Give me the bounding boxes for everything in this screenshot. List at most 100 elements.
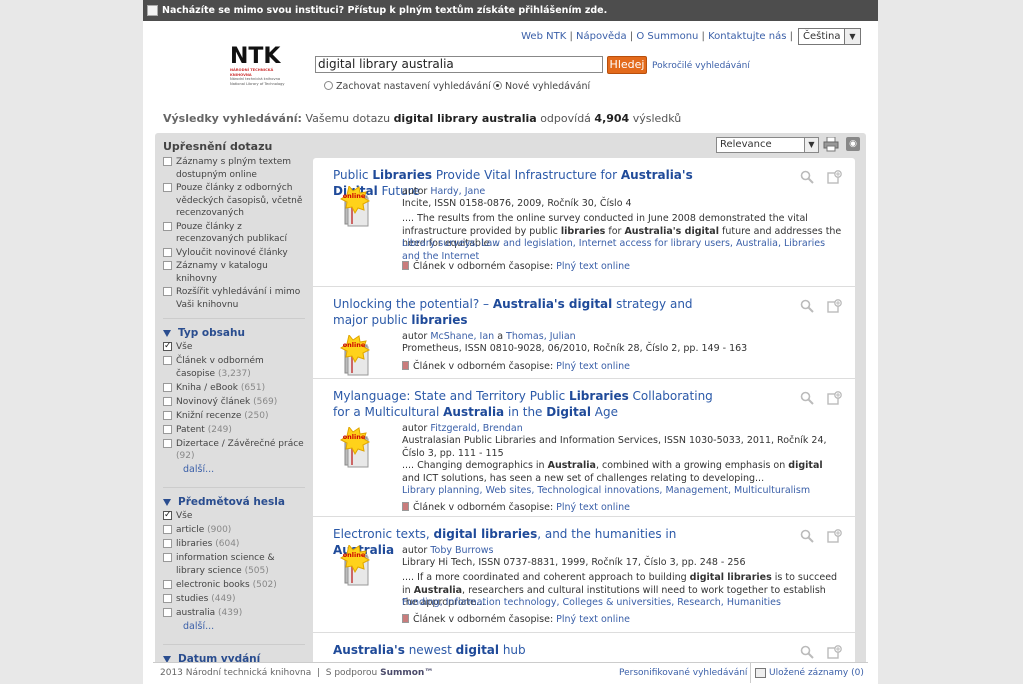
login-notice-bar[interactable]: Nacházíte se mimo svou instituci? Přístu… xyxy=(143,0,878,21)
fulltext-link[interactable]: Plný text online xyxy=(556,614,630,625)
result-subjects: Funding, Information technology, College… xyxy=(402,597,842,610)
subject-links[interactable]: Library surveys, Law and legislation, In… xyxy=(402,238,825,262)
checkbox[interactable] xyxy=(163,382,172,392)
author-link[interactable]: Hardy, Jane xyxy=(430,186,485,197)
save-record-icon[interactable] xyxy=(827,645,843,659)
personalized-search-link[interactable]: Personifikované vyhledávání xyxy=(619,663,747,683)
refine-option[interactable]: Vyloučit novinové články xyxy=(163,247,305,260)
save-record-icon[interactable] xyxy=(827,391,843,405)
checkbox[interactable] xyxy=(163,157,172,166)
fulltext-link[interactable]: Plný text online xyxy=(556,361,630,372)
link-web-ntk[interactable]: Web NTK xyxy=(521,31,566,42)
checkbox[interactable] xyxy=(163,593,172,603)
checkbox[interactable] xyxy=(163,579,172,589)
radio-button[interactable] xyxy=(324,81,333,90)
print-icon[interactable] xyxy=(823,137,839,152)
checkbox[interactable] xyxy=(163,183,172,192)
facet-item[interactable]: Novinový článek (569) xyxy=(163,396,305,409)
checkbox[interactable] xyxy=(163,607,172,617)
facet-item[interactable]: Knižní recenze (250) xyxy=(163,410,305,423)
refine-option[interactable]: Záznamy v katalogu knihovny xyxy=(163,260,305,285)
facet-item[interactable]: libraries (604) xyxy=(163,538,305,551)
checkbox[interactable] xyxy=(163,247,172,257)
save-record-icon[interactable] xyxy=(827,170,843,184)
subjects-more-link[interactable]: další... xyxy=(163,621,214,632)
refine-option[interactable]: Záznamy s plným textem dostupným online xyxy=(163,156,305,181)
search-input[interactable]: digital library australia xyxy=(315,56,603,73)
checkbox[interactable] xyxy=(163,438,172,448)
facet-item[interactable]: Vše xyxy=(163,509,305,523)
author-link[interactable]: Toby Burrows xyxy=(430,545,493,556)
preview-icon[interactable] xyxy=(800,645,814,659)
author-link[interactable]: Thomas, Julian xyxy=(506,331,576,342)
facet-subjects-header[interactable]: Předmětová hesla xyxy=(163,496,305,508)
fulltext-link[interactable]: Plný text online xyxy=(556,502,630,513)
saved-items-link[interactable]: Uložené záznamy (0) xyxy=(750,663,864,683)
result-title[interactable]: Australia's newest digital hub xyxy=(333,643,713,659)
checkbox[interactable] xyxy=(163,396,172,406)
checkbox[interactable] xyxy=(163,525,172,534)
author-link[interactable]: McShane, Ian xyxy=(430,331,494,342)
result-title[interactable]: Mylanguage: State and Territory Public L… xyxy=(333,389,713,420)
checkbox[interactable] xyxy=(163,356,172,365)
facet-item[interactable]: article (900) xyxy=(163,524,305,537)
sort-select[interactable]: Relevance ▼ xyxy=(716,137,819,153)
facet-item[interactable]: electronic books (502) xyxy=(163,579,305,592)
link-about-summon[interactable]: O Summonu xyxy=(636,31,698,42)
notice-icon xyxy=(147,5,158,16)
checkbox[interactable] xyxy=(163,287,172,296)
refine-title: Upřesnění dotazu xyxy=(163,140,273,153)
facet-item[interactable]: studies (449) xyxy=(163,593,305,606)
search-button[interactable]: Hledej xyxy=(607,56,647,74)
checkbox[interactable] xyxy=(163,539,172,548)
rss-icon[interactable]: ◉ xyxy=(846,137,860,151)
checkbox[interactable] xyxy=(163,553,172,562)
ntk-logo[interactable]: NTK NÁRODNÍ TECHNICKÁ KNIHOVNA Národní t… xyxy=(230,46,288,88)
save-record-icon[interactable] xyxy=(827,529,843,543)
author-link[interactable]: Fitzgerald, Brendan xyxy=(430,423,522,434)
content-type-more-link[interactable]: další... xyxy=(163,464,214,475)
checkbox[interactable] xyxy=(163,410,172,420)
summon-logo[interactable]: Summon™ xyxy=(380,668,433,678)
text-part: in the xyxy=(504,404,547,419)
facet-count: (604) xyxy=(215,539,240,549)
facet-label: article xyxy=(176,525,205,535)
refine-option[interactable]: Rozšířit vyhledávání i mimo Vaši knihovn… xyxy=(163,286,305,311)
facet-item[interactable]: Patent (249) xyxy=(163,424,305,437)
refine-option-label: Rozšířit vyhledávání i mimo Vaši knihovn… xyxy=(176,287,301,310)
link-help[interactable]: Nápověda xyxy=(576,31,627,42)
refine-option[interactable]: Pouze články z recenzovaných publikací xyxy=(163,221,305,246)
checkbox[interactable] xyxy=(163,424,172,434)
online-badge-icon: online xyxy=(336,184,380,230)
radio-new-search[interactable]: Nové vyhledávání xyxy=(493,81,590,92)
facet-item[interactable]: Vše xyxy=(163,340,305,354)
login-notice-text[interactable]: Nacházíte se mimo svou instituci? Přístu… xyxy=(162,5,607,16)
result-subjects: Library surveys, Law and legislation, In… xyxy=(402,238,842,263)
preview-icon[interactable] xyxy=(800,299,814,313)
save-record-icon[interactable] xyxy=(827,299,843,313)
preview-icon[interactable] xyxy=(800,391,814,405)
facet-item[interactable]: Článek v odborném časopise (3,237) xyxy=(163,355,305,380)
subject-links[interactable]: Funding, Information technology, College… xyxy=(402,597,781,608)
advanced-search-link[interactable]: Pokročilé vyhledávání xyxy=(652,61,750,71)
result-count: 4,904 xyxy=(594,112,630,125)
language-select[interactable]: Čeština ▼ xyxy=(798,28,861,45)
checkbox[interactable] xyxy=(163,261,172,270)
radio-keep-settings[interactable]: Zachovat nastavení vyhledávání xyxy=(324,81,491,92)
checkbox[interactable] xyxy=(163,340,172,353)
fulltext-link[interactable]: Plný text online xyxy=(556,261,630,272)
checkbox[interactable] xyxy=(163,221,172,231)
facet-item[interactable]: Dizertace / Závěrečné práce (92) xyxy=(163,438,305,463)
facet-item[interactable]: information science & library science (5… xyxy=(163,552,305,577)
refine-option[interactable]: Pouze články z odborných vědeckých časop… xyxy=(163,182,305,220)
preview-icon[interactable] xyxy=(800,170,814,184)
facet-item[interactable]: Kniha / eBook (651) xyxy=(163,382,305,395)
link-contact[interactable]: Kontaktujte nás xyxy=(708,31,786,42)
facet-content-type-header[interactable]: Typ obsahu xyxy=(163,327,305,339)
facet-item[interactable]: australia (439) xyxy=(163,607,305,620)
radio-button[interactable] xyxy=(493,81,502,90)
checkbox[interactable] xyxy=(163,509,172,522)
subject-links[interactable]: Library planning, Web sites, Technologic… xyxy=(402,485,810,496)
result-title[interactable]: Unlocking the potential? – Australia's d… xyxy=(333,297,713,328)
preview-icon[interactable] xyxy=(800,529,814,543)
